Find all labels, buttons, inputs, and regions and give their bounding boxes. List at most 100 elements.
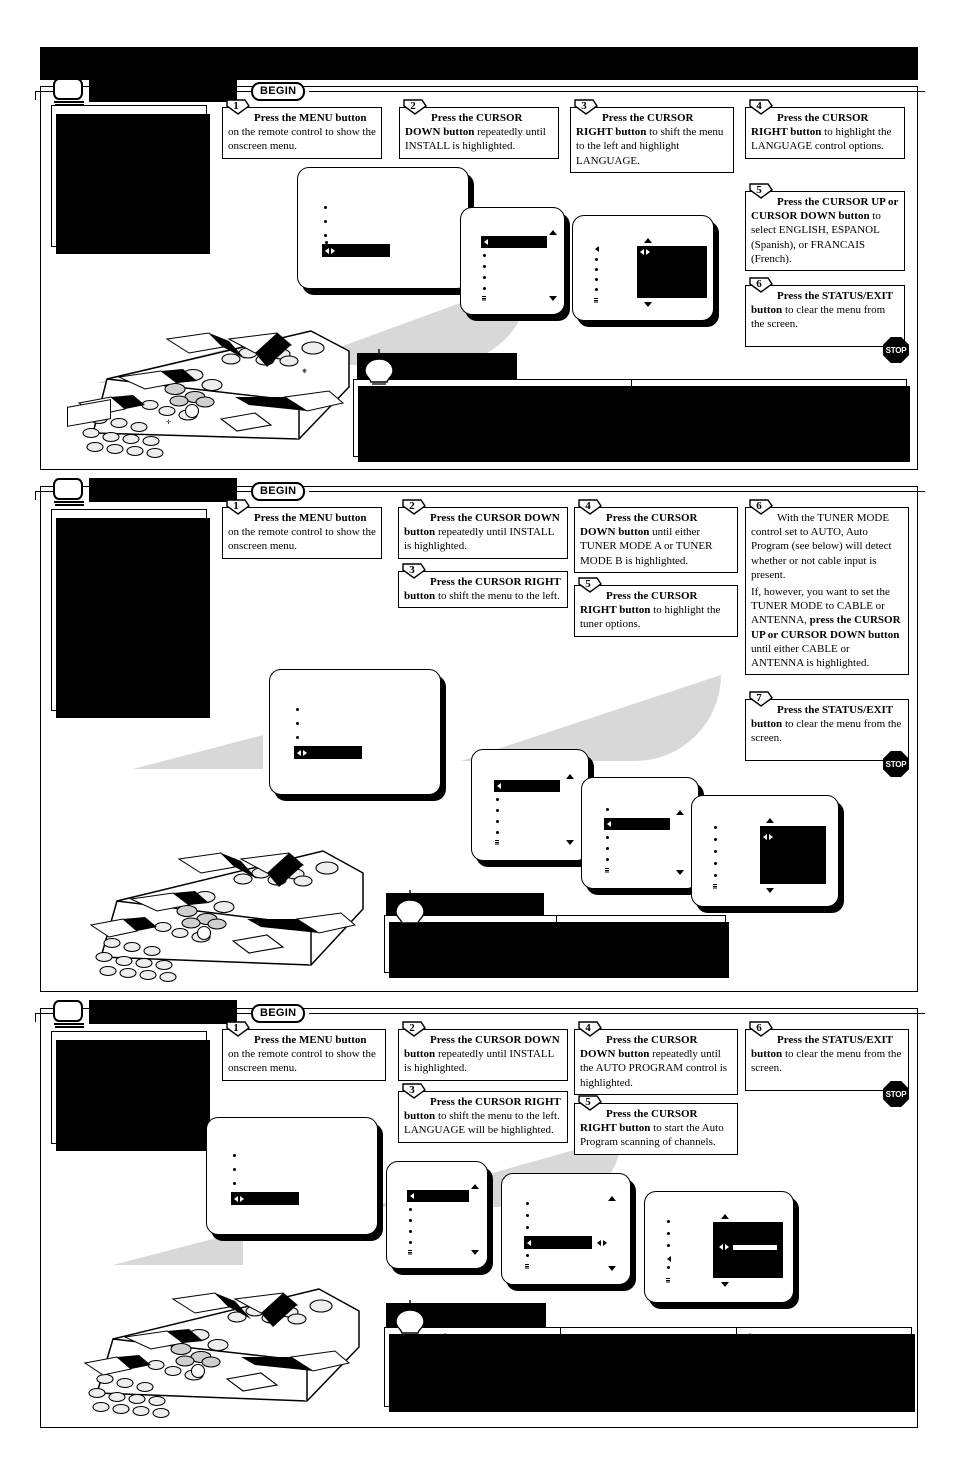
tv-screen-illustration — [206, 1117, 383, 1241]
step-number-badge: 5 — [577, 575, 602, 594]
header-rule-right — [309, 91, 925, 93]
tip-box — [384, 890, 729, 989]
step-box: 5 Press the CURSOR RIGHT button to highl… — [574, 577, 738, 637]
tv-screen-illustration — [269, 669, 446, 801]
header-rule-left — [35, 1013, 53, 1015]
tv-screen-illustration — [501, 1173, 636, 1291]
svg-text:2: 2 — [409, 1022, 415, 1034]
step-box: 4 Press the CURSOR DOWN button until eit… — [574, 499, 738, 573]
lightbulb-icon — [359, 349, 399, 395]
svg-text:6: 6 — [756, 500, 762, 512]
step-number-badge: 4 — [577, 497, 602, 516]
step-number-badge: 1 — [225, 1019, 250, 1038]
tv-screen-illustration — [297, 167, 474, 295]
step-box: 5 Press the CURSOR UP or CURSOR DOWN but… — [745, 183, 905, 272]
svg-text:1: 1 — [233, 100, 239, 112]
intro-text: or or Spanish- and French-speaking TV ow… — [59, 113, 199, 239]
section-language-setup: BEGIN For or Spanish- and French-speakin… — [35, 78, 925, 470]
svg-text:4: 4 — [756, 100, 762, 112]
svg-text:2: 2 — [410, 100, 416, 112]
tv-screen-illustration — [460, 207, 570, 321]
header-tick-left — [35, 491, 37, 500]
svg-text:4: 4 — [585, 500, 591, 512]
page-title — [40, 47, 41, 48]
lightbulb-icon — [390, 1300, 430, 1346]
header-rule-right — [309, 491, 925, 493]
svg-text:7: 7 — [756, 692, 762, 704]
svg-text:5: 5 — [585, 1096, 591, 1108]
manual-page: BEGIN For or Spanish- and French-speakin… — [0, 0, 954, 1475]
page-title-bar — [40, 47, 918, 80]
svg-text:2: 2 — [409, 500, 415, 512]
connector-swoosh — [133, 735, 263, 769]
stop-badge: STOP — [883, 751, 909, 777]
tip-column: Pressing the STATUS/EXIT button on your … — [631, 380, 906, 456]
header-tick-left — [35, 1013, 37, 1022]
svg-text:6: 6 — [756, 278, 762, 290]
tv-screen-illustration — [581, 777, 704, 895]
intro-text-box — [51, 509, 210, 718]
section-tuner-mode-setup: BEGIN 1 Press the MENU button on the rem… — [35, 478, 925, 992]
lightbulb-icon — [390, 890, 430, 936]
tip-body: After you've run Auto Program, check out… — [384, 1327, 915, 1412]
header-rule-left — [35, 91, 53, 93]
intro-dropcap: Y — [59, 1036, 76, 1069]
intro-panel: Your TV can automatically set itself for… — [51, 1031, 210, 1152]
svg-text:6: 6 — [756, 1022, 762, 1034]
remote-control-illustration — [71, 817, 381, 987]
step-number-badge: 6 — [748, 497, 773, 516]
header-rule-mid — [203, 1013, 251, 1015]
step-box: 3 Press the CURSOR RIGHT button to shift… — [398, 1083, 568, 1143]
progress-bar-track — [733, 1245, 777, 1250]
begin-badge: BEGIN — [251, 82, 306, 101]
step-box: 3 Press the CURSOR RIGHT button to shift… — [570, 99, 734, 173]
tip-column — [556, 916, 725, 972]
intro-text-box: Your TV can automatically set itself for… — [51, 1031, 210, 1152]
tv-icon — [53, 78, 87, 106]
tv-icon — [53, 1000, 87, 1028]
step-box: 1 Press the MENU button on the remote co… — [222, 499, 382, 559]
section-title — [89, 478, 237, 502]
step-number-badge: 5 — [748, 181, 773, 200]
svg-text:1: 1 — [233, 500, 239, 512]
step-box: 2 Press the CURSOR DOWN button repeatedl… — [399, 99, 559, 159]
remote-control-illustration — [57, 1259, 387, 1419]
section-auto-program-setup: BEGIN Your TV can automatically set itse… — [35, 1000, 925, 1428]
step-number-badge: 2 — [401, 497, 426, 516]
svg-text:3: 3 — [581, 100, 587, 112]
section-title — [89, 1000, 237, 1024]
step-box: 3 Press the CURSOR RIGHT button to shift… — [398, 563, 568, 609]
step-box: 1 Press the MENU button on the remote co… — [222, 1021, 386, 1081]
step-number-badge: 4 — [577, 1019, 602, 1038]
step-box: 6 Press the STATUS/EXIT button to clear … — [745, 277, 905, 347]
svg-text:4: 4 — [585, 1022, 591, 1034]
intro-dropcap: F — [59, 110, 78, 143]
step-number-badge: 6 — [748, 275, 773, 294]
stop-badge: STOP — [883, 1081, 909, 1107]
tip-box: After you've run Auto Program, check out… — [384, 1300, 915, 1413]
intro-text: our TV can automatically set itself for … — [59, 1039, 199, 1137]
tip-column: Remember, an antenna or cable TV signal … — [560, 1328, 735, 1406]
header-rule-left — [35, 491, 53, 493]
step-box: 2 Press the CURSOR DOWN button repeatedl… — [398, 499, 568, 559]
step-number-badge: 2 — [402, 97, 427, 116]
step-number-badge: 1 — [225, 497, 250, 516]
step-number-badge: 5 — [577, 1093, 602, 1112]
tv-icon — [53, 478, 87, 506]
header-rule-mid — [203, 91, 251, 93]
remote-control-illustration: ❋ ✛ — [49, 301, 379, 459]
header-rule-right — [309, 1013, 925, 1015]
tv-screen-illustration — [644, 1191, 799, 1309]
tv-screen-illustration — [572, 215, 719, 327]
svg-text:3: 3 — [409, 1084, 415, 1096]
tip-box: Remember, the LANGUAGE control makes onl… — [353, 349, 910, 462]
step-number-badge: 1 — [225, 97, 250, 116]
step-number-badge: 4 — [748, 97, 773, 116]
intro-text-box: For or Spanish- and French-speaking TV o… — [51, 105, 210, 254]
svg-text:❋: ❋ — [302, 368, 307, 375]
step-number-badge: 3 — [401, 1081, 426, 1100]
step-box: 4 Press the CURSOR RIGHT button to highl… — [745, 99, 905, 159]
begin-badge: BEGIN — [251, 1004, 306, 1023]
step-box: 5 Press the CURSOR RIGHT button to start… — [574, 1095, 738, 1155]
step-box: 6 With the TUNER MODE control set to AUT… — [745, 499, 909, 676]
